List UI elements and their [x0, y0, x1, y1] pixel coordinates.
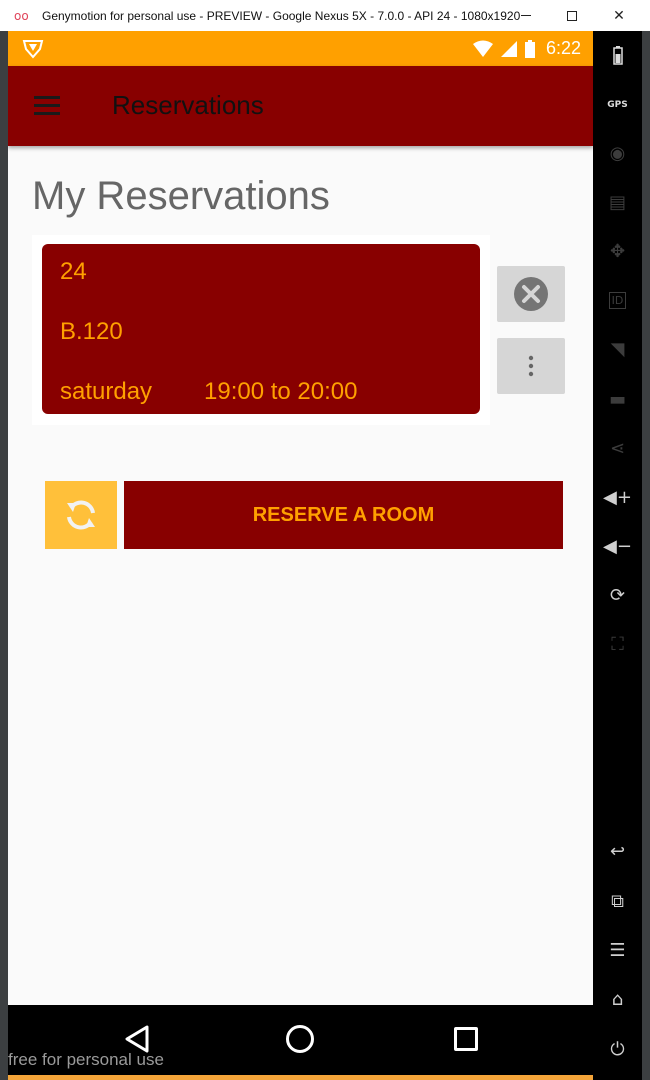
- more-vertical-icon: [528, 355, 534, 377]
- home-tool-icon[interactable]: ⌂: [593, 981, 642, 1017]
- refresh-button[interactable]: [45, 481, 117, 549]
- background-ide-left: [0, 31, 8, 1080]
- menu-tool-icon[interactable]: ☰: [593, 932, 642, 968]
- maximize-button[interactable]: [549, 0, 595, 31]
- app-bar-title: Reservations: [112, 90, 264, 120]
- home-icon[interactable]: [286, 1025, 314, 1053]
- battery-tool-icon[interactable]: [593, 37, 642, 73]
- close-circle-icon: [514, 277, 548, 311]
- recent-apps-tool-icon[interactable]: ⧉: [593, 883, 642, 919]
- power-icon[interactable]: ⏻: [593, 1031, 642, 1067]
- share-tool-icon[interactable]: ⋖: [593, 430, 642, 466]
- reservation-card-container: 24 B.120 saturday 19:00 to 20:00: [32, 235, 490, 425]
- back-icon[interactable]: [124, 1025, 150, 1053]
- dpad-tool-icon[interactable]: ✥: [593, 233, 642, 269]
- status-time: 6:22: [545, 38, 581, 58]
- media-tool-icon[interactable]: ▤: [593, 184, 642, 220]
- webcam-tool-icon[interactable]: ◉: [593, 135, 642, 171]
- phone-screen: 6:22 Reservations My Reservations 24 B.1…: [8, 31, 593, 1005]
- more-options-button[interactable]: [497, 338, 565, 394]
- rotate-icon[interactable]: ⟳: [593, 577, 642, 613]
- scale-tool-icon[interactable]: ⛶: [593, 626, 642, 662]
- gps-tool-icon[interactable]: GPS: [593, 87, 642, 123]
- recent-apps-icon[interactable]: [454, 1027, 478, 1051]
- hamburger-icon[interactable]: [34, 96, 60, 116]
- reservation-day: saturday: [60, 378, 153, 405]
- minimize-button[interactable]: [503, 0, 549, 31]
- id-tool-icon[interactable]: ID: [593, 282, 642, 318]
- reserve-room-button[interactable]: RESERVE A ROOM: [124, 481, 563, 549]
- background-ide-right: [642, 31, 650, 1080]
- close-window-button[interactable]: ✕: [596, 0, 642, 31]
- sms-tool-icon[interactable]: ▬: [593, 381, 642, 417]
- network-tool-icon[interactable]: ◥: [593, 331, 642, 367]
- genymotion-logo-icon: oo: [14, 8, 29, 23]
- page-title: My Reservations: [32, 174, 330, 218]
- android-back-icon[interactable]: ↩: [593, 833, 642, 869]
- app-notification-icon: [22, 40, 44, 59]
- reservation-time: 19:00 to 20:00: [204, 378, 358, 405]
- status-bar: 6:22: [8, 31, 593, 66]
- emulator-toolbar: GPS ◉ ▤ ✥ ID ◥ ▬ ⋖ ◀+ ◀− ⟳ ⛶ ↩ ⧉ ☰ ⌂ ⏻: [593, 31, 642, 1080]
- refresh-icon: [67, 500, 95, 530]
- signal-icon: [500, 40, 517, 57]
- reservation-room: B.120: [60, 318, 123, 345]
- reservation-card[interactable]: 24 B.120 saturday 19:00 to 20:00: [42, 244, 480, 414]
- app-bar: Reservations: [8, 66, 593, 146]
- volume-down-icon[interactable]: ◀−: [593, 528, 642, 564]
- volume-up-icon[interactable]: ◀+: [593, 479, 642, 515]
- reservation-number: 24: [60, 258, 87, 285]
- battery-icon: [524, 39, 535, 58]
- emulator-window: oo Genymotion for personal use - PREVIEW…: [0, 0, 650, 1080]
- title-bar: oo Genymotion for personal use - PREVIEW…: [0, 0, 650, 31]
- cancel-reservation-button[interactable]: [497, 266, 565, 322]
- wifi-icon: [472, 40, 493, 57]
- window-title: Genymotion for personal use - PREVIEW - …: [42, 8, 522, 23]
- watermark: free for personal use: [8, 1050, 164, 1069]
